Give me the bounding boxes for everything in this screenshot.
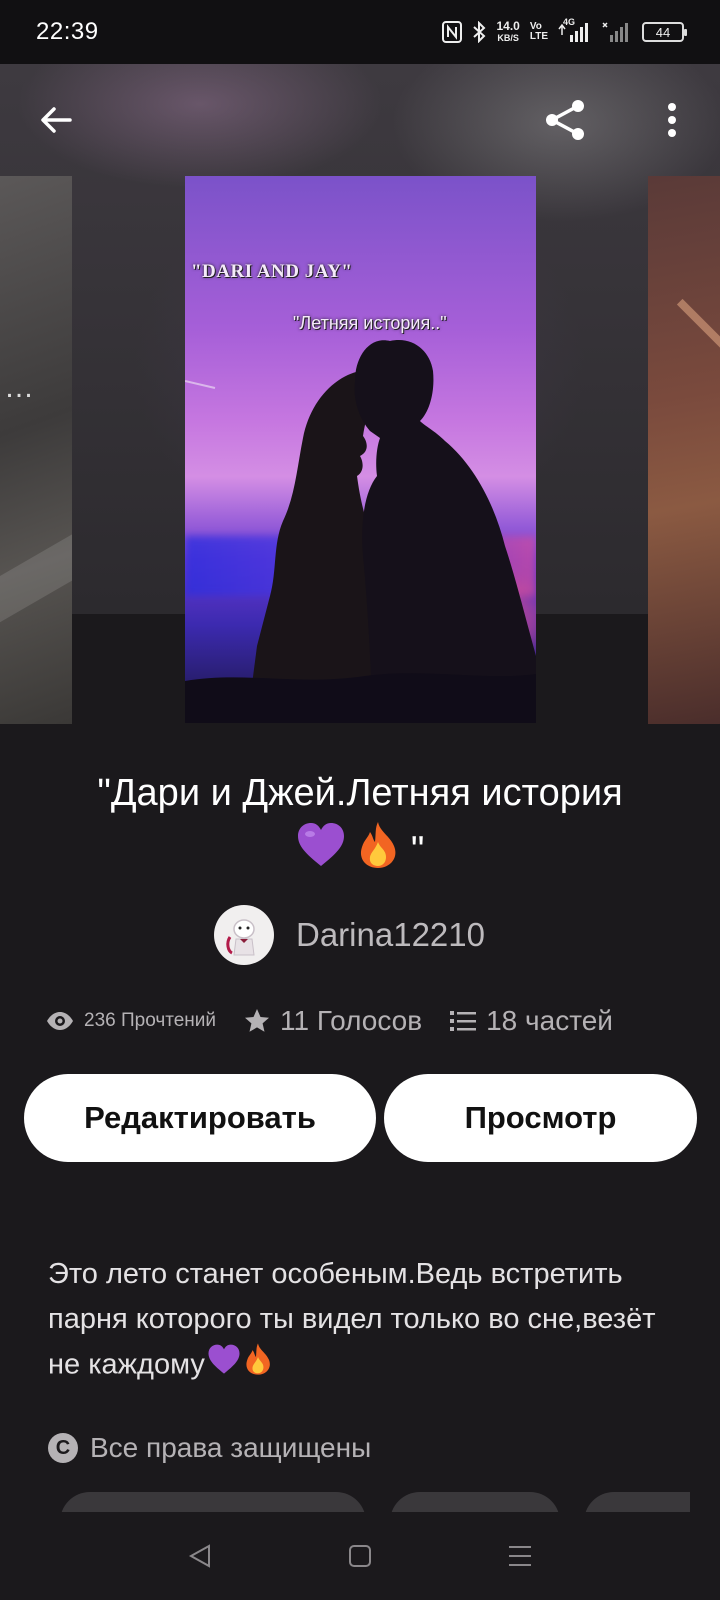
eye-icon: [47, 1012, 73, 1030]
copyright-text: Все права защищены: [90, 1432, 372, 1463]
author-link[interactable]: Darina12210: [214, 905, 485, 965]
more-options-button[interactable]: [646, 94, 698, 146]
status-time: 22:39: [36, 18, 99, 45]
copyright-icon: C: [48, 1433, 78, 1463]
nav-back-icon: [188, 1544, 210, 1568]
bluetooth-icon: [472, 21, 486, 43]
previous-story-cover[interactable]: …: [0, 176, 72, 724]
votes-count: 11 Голосов: [280, 1005, 423, 1036]
nav-menu-button[interactable]: [490, 1526, 550, 1586]
more-vert-icon: [668, 103, 676, 137]
nav-home-icon: [349, 1545, 371, 1567]
parts-stat: 18 частей: [450, 1005, 613, 1037]
back-arrow-icon: [41, 107, 72, 133]
copyright-notice: C Все права защищены: [48, 1432, 371, 1464]
edit-button[interactable]: Редактировать: [24, 1074, 376, 1162]
story-cover-image[interactable]: "DARI AND JAY" "Летняя история..": [185, 176, 536, 723]
nav-back-button[interactable]: [170, 1526, 230, 1586]
story-stats: 236 Прочтений 11 Голосов 18 частей: [46, 1005, 686, 1037]
author-name: Darina12210: [296, 916, 485, 953]
nav-home-button[interactable]: [330, 1526, 390, 1586]
list-icon: [450, 1011, 477, 1031]
next-story-cover[interactable]: [648, 176, 720, 724]
couple-silhouette: [185, 340, 536, 723]
previous-cover-ellipsis: …: [4, 371, 34, 404]
author-avatar: [214, 905, 274, 965]
fire-emoji: [356, 820, 400, 885]
status-bar: 22:39 14.0 KB/S Vo LTE 4G 44: [0, 0, 720, 64]
nav-menu-icon: [509, 1546, 531, 1566]
network-speed: 14.0 KB/S: [496, 18, 520, 44]
parts-count: 18 частей: [486, 1005, 613, 1036]
network-speed-unit: KB/S: [497, 32, 519, 43]
purple-heart-emoji: [207, 1344, 241, 1389]
story-title-end: ": [410, 829, 425, 872]
story-details-screen: 22:39 14.0 KB/S Vo LTE 4G 44 … "DARI AND…: [0, 0, 720, 1600]
volte-bottom: LTE: [529, 31, 548, 42]
back-button[interactable]: [30, 94, 82, 146]
story-description: Это лето станет особеным.Ведь встретить …: [48, 1252, 668, 1390]
story-description-text: Это лето станет особеным.Ведь встретить …: [48, 1258, 656, 1381]
status-icons: 14.0 KB/S Vo LTE 4G 44: [442, 17, 687, 44]
signal-4g-icon: 4G: [558, 17, 590, 43]
fire-emoji: [243, 1342, 273, 1390]
story-title-text: "Дари и Джей.Летняя история: [97, 772, 623, 814]
purple-heart-emoji: [296, 822, 346, 883]
share-icon: [546, 100, 584, 140]
story-title: "Дари и Джей.Летняя история ": [30, 766, 690, 885]
preview-button[interactable]: Просмотр: [384, 1074, 697, 1162]
system-navigation-bar: [0, 1512, 720, 1600]
battery-indicator: 44: [642, 22, 687, 42]
nfc-icon: [442, 21, 463, 43]
share-button[interactable]: [540, 94, 592, 146]
reads-stat: 236 Прочтений: [46, 1010, 216, 1032]
star-icon: [245, 1009, 270, 1032]
reads-count: 236 Прочтений: [84, 1010, 217, 1031]
network-type: 4G: [563, 17, 576, 27]
signal-sim2-icon: [600, 21, 632, 43]
votes-stat: 11 Голосов: [244, 1005, 422, 1037]
volte-indicator: Vo LTE: [530, 22, 548, 42]
network-speed-value: 14.0: [496, 18, 520, 33]
cover-header: … "DARI AND JAY" "Летняя история..": [0, 64, 720, 724]
